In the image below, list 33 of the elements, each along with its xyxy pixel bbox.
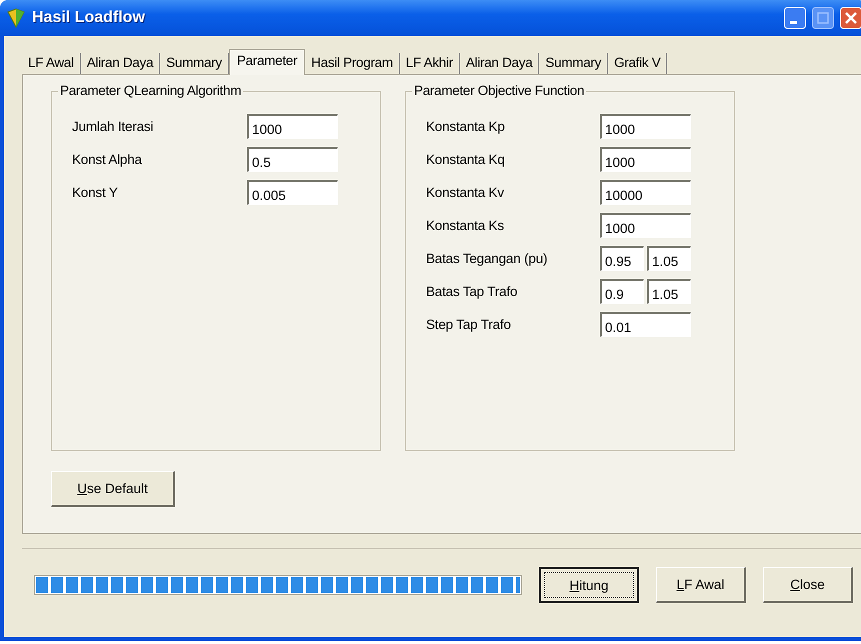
input-field[interactable]: 0.01 (600, 312, 691, 337)
close-button[interactable] (840, 7, 861, 29)
input-field[interactable]: 0.5 (247, 147, 338, 172)
field-label: Batas Tegangan (pu) (426, 251, 548, 266)
field-label: Konstanta Kv (426, 185, 505, 200)
field-label: Step Tap Trafo (426, 317, 512, 332)
input-field[interactable]: 1.05 (647, 246, 691, 271)
use-default-button[interactable]: Use Default (51, 471, 175, 507)
input-field[interactable]: 10000 (600, 180, 691, 205)
field-label: Konst Alpha (72, 152, 143, 167)
input-field[interactable]: 1000 (600, 114, 691, 139)
tab[interactable]: Parameter (228, 49, 306, 75)
input-field[interactable]: 0.9 (600, 279, 644, 304)
app-icon (6, 8, 26, 28)
group-title: Parameter QLearning Algorithm (58, 83, 244, 98)
input-field[interactable]: 1000 (247, 114, 338, 139)
window-title: Hasil Loadflow (32, 9, 146, 27)
group-title: Parameter Objective Function (412, 83, 586, 98)
field-label: Konst Y (72, 185, 119, 200)
input-field[interactable]: 0.005 (247, 180, 338, 205)
action-button[interactable]: Hitung (539, 567, 639, 603)
input-field[interactable]: 1000 (600, 213, 691, 238)
field-label: Konstanta Kp (426, 119, 506, 134)
field-label: Jumlah Iterasi (72, 119, 154, 134)
action-button[interactable]: Close (763, 567, 853, 603)
field-label: Batas Tap Trafo (426, 284, 518, 299)
minimize-button[interactable] (784, 7, 806, 29)
input-field[interactable]: 1000 (600, 147, 691, 172)
field-label: Konstanta Kq (426, 152, 506, 167)
action-button[interactable]: LF Awal (656, 567, 746, 603)
input-field[interactable]: 0.95 (600, 246, 644, 271)
input-field[interactable]: 1.05 (647, 279, 691, 304)
field-label: Konstanta Ks (426, 218, 505, 233)
